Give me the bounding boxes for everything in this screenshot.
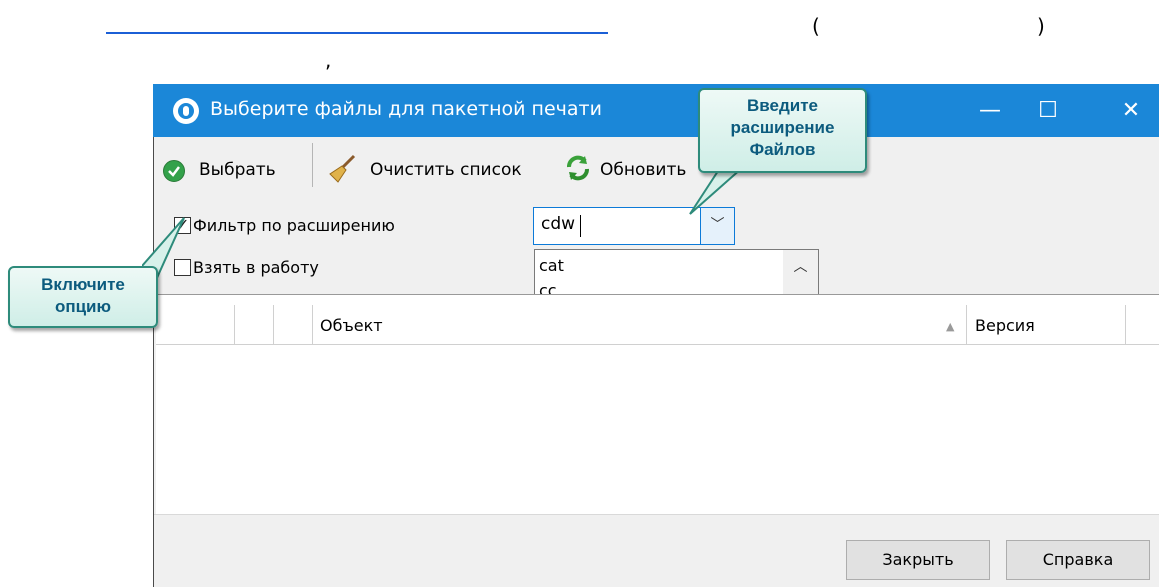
callout-text-line: расширение: [730, 118, 835, 137]
column-header-version[interactable]: Версия: [975, 316, 1035, 335]
list-item[interactable]: cat: [539, 254, 564, 278]
select-button-label[interactable]: Выбрать: [199, 160, 276, 180]
refresh-button[interactable]: Обновить: [600, 160, 686, 180]
column-divider[interactable]: [312, 305, 313, 345]
column-divider[interactable]: [234, 305, 235, 345]
column-divider[interactable]: [273, 305, 274, 345]
extension-input[interactable]: cdw: [541, 214, 575, 234]
checkmark-circle-icon: [163, 160, 185, 182]
app-logo-icon-dot: [183, 106, 189, 116]
callout-text-line: Включите: [41, 275, 125, 294]
broom-icon: [326, 152, 360, 186]
callout-pointer: [689, 168, 744, 215]
column-divider[interactable]: [1125, 305, 1126, 345]
refresh-icon: [563, 153, 593, 183]
scroll-up-icon[interactable]: ︿: [783, 256, 818, 276]
comma-text: ,: [325, 48, 332, 72]
close-button[interactable]: Закрыть: [846, 540, 990, 580]
chevron-down-icon: ﹀: [710, 217, 725, 233]
help-button[interactable]: Справка: [1006, 540, 1150, 580]
extension-callout: Введите расширение Файлов: [698, 88, 867, 173]
take-to-work-label: Взять в работу: [193, 258, 319, 277]
minimize-button[interactable]: —: [962, 84, 1018, 137]
sort-ascending-icon: ▲: [946, 320, 955, 333]
column-divider[interactable]: [966, 305, 967, 345]
callout-text-line: Введите: [747, 96, 818, 115]
text-cursor: [580, 215, 581, 237]
filter-checkbox-label: Фильтр по расширению: [193, 216, 395, 235]
column-header-object[interactable]: Объект: [320, 316, 383, 335]
callout-text-line: опцию: [54, 297, 112, 316]
document-link-underline[interactable]: [106, 32, 608, 34]
toolbar-separator: [312, 143, 313, 187]
maximize-button[interactable]: ☐: [1020, 84, 1076, 137]
callout-text-line: Файлов: [749, 140, 816, 159]
window-title: Выберите файлы для пакетной печати: [210, 98, 602, 120]
close-window-button[interactable]: ✕: [1103, 84, 1159, 137]
close-paren: ): [1037, 14, 1045, 38]
open-paren: (: [812, 14, 820, 38]
clear-list-button[interactable]: Очистить список: [370, 160, 522, 180]
option-callout: Включите опцию: [8, 266, 158, 328]
